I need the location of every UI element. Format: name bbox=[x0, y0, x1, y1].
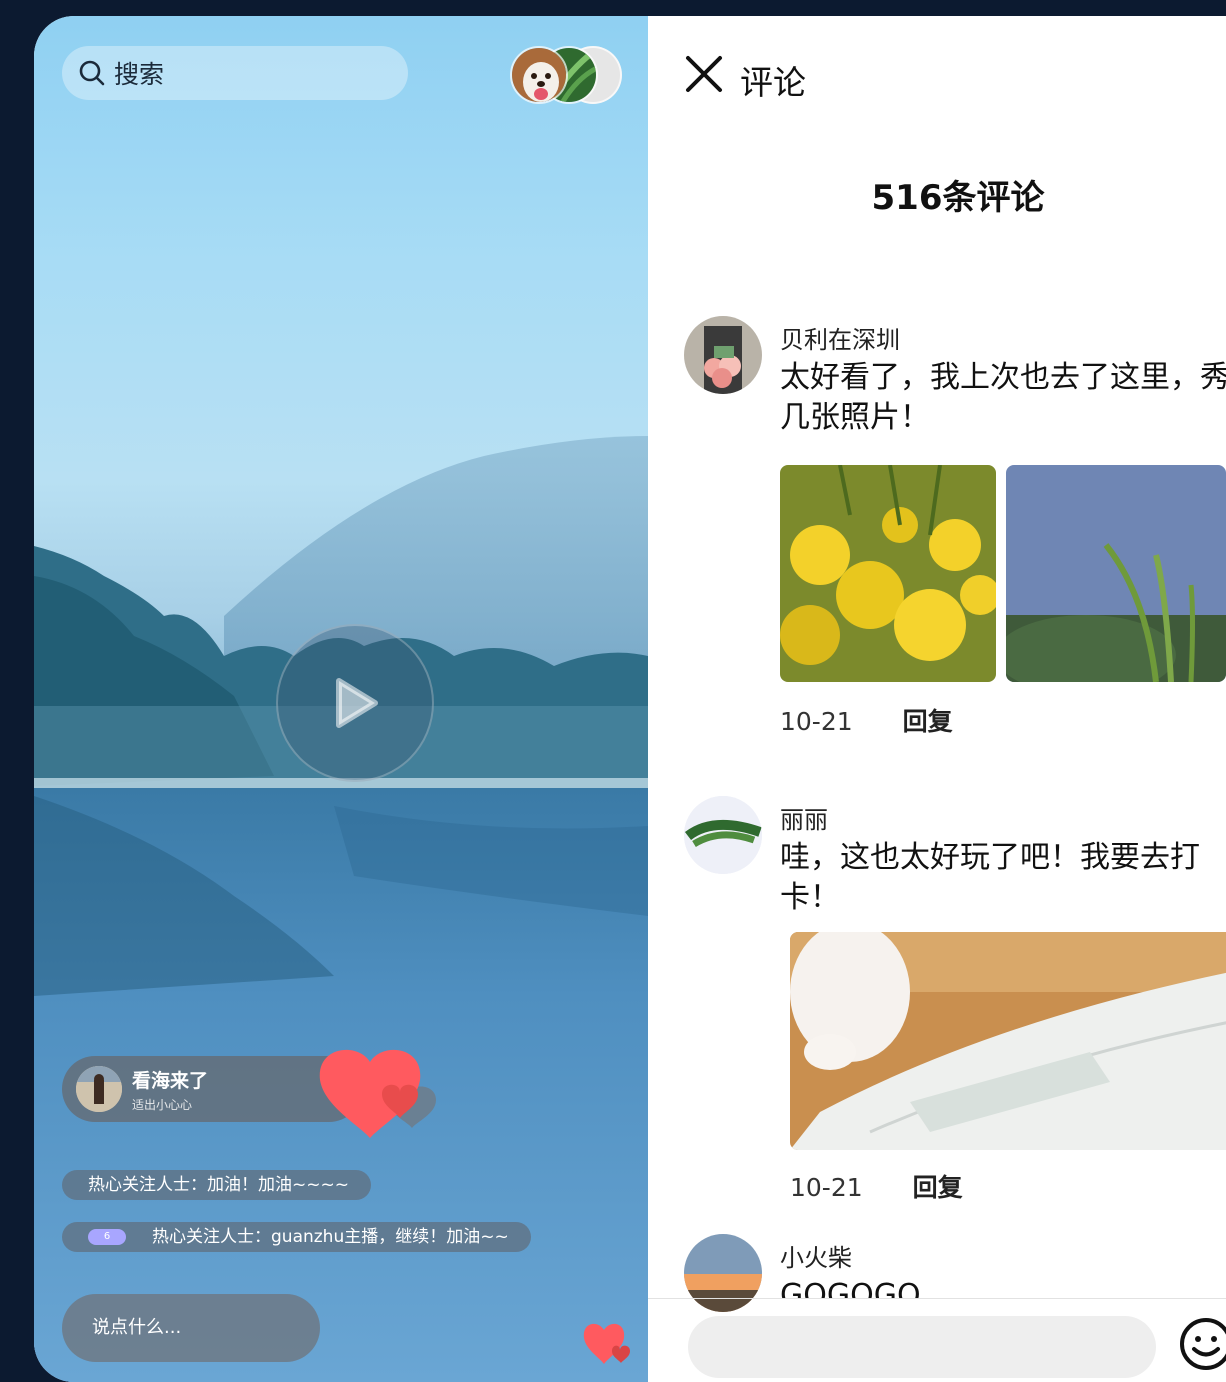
commenter-avatar[interactable] bbox=[684, 316, 762, 394]
host-subtitle: 适出小心心 bbox=[132, 1098, 193, 1112]
search-bar[interactable]: 搜索 bbox=[62, 46, 408, 100]
viewer-avatars[interactable] bbox=[510, 46, 630, 106]
heart-icon[interactable] bbox=[316, 1042, 440, 1142]
comment-text: 哇，这也太好玩了吧！我要去打卡！ bbox=[780, 840, 1200, 915]
viewer-avatar[interactable] bbox=[510, 46, 568, 104]
comment-photo[interactable] bbox=[790, 932, 1226, 1150]
comment-count: 516条评论 bbox=[871, 178, 1045, 218]
comment-reply-input[interactable] bbox=[688, 1316, 1156, 1378]
search-icon bbox=[79, 60, 105, 86]
comments-panel: 评论 516条评论 贝利在深圳 太好看了，我上次也去了这里，秀几张照片！ 10-… bbox=[648, 16, 1226, 1382]
chat-message-text: 热心关注人士：加油！加油~~~~ bbox=[88, 1175, 349, 1195]
comment-input[interactable]: 说点什么... bbox=[62, 1294, 320, 1362]
comments-title: 评论 bbox=[740, 63, 806, 102]
reply-button[interactable]: 回复 bbox=[903, 707, 953, 736]
device-frame: 搜索 看海来了 适出小心心 热心关注人士：加油！加油~~~~ 6 热心关注人士：… bbox=[34, 16, 1226, 1382]
comment-meta: 10-21 回复 bbox=[790, 1168, 963, 1204]
chat-message-text: 热心关注人士：guanzhu主播，继续！加油~~ bbox=[152, 1227, 509, 1247]
commenter-avatar[interactable] bbox=[684, 1234, 762, 1312]
chat-message: 热心关注人士：加油！加油~~~~ bbox=[62, 1170, 371, 1200]
play-button[interactable] bbox=[276, 624, 434, 782]
like-icon[interactable] bbox=[582, 1320, 634, 1366]
close-icon[interactable] bbox=[684, 54, 724, 94]
commenter-name[interactable]: 小火柴 bbox=[780, 1238, 852, 1273]
comment-photo[interactable] bbox=[1006, 465, 1226, 682]
commenter-name[interactable]: 丽丽 bbox=[780, 800, 828, 835]
host-avatar[interactable] bbox=[76, 1066, 122, 1112]
commenter-name[interactable]: 贝利在深圳 bbox=[780, 320, 900, 355]
divider bbox=[648, 1298, 1226, 1299]
comment-date: 10-21 bbox=[780, 707, 853, 736]
reply-button[interactable]: 回复 bbox=[913, 1173, 963, 1202]
emoji-icon[interactable] bbox=[1176, 1314, 1226, 1374]
search-label: 搜索 bbox=[114, 60, 165, 89]
comment-photo[interactable] bbox=[780, 465, 996, 682]
comment-text: GOGOGO bbox=[780, 1278, 921, 1298]
comment-date: 10-21 bbox=[790, 1173, 863, 1202]
commenter-avatar[interactable] bbox=[684, 796, 762, 874]
host-title: 看海来了 bbox=[132, 1070, 209, 1092]
comment-text: 太好看了，我上次也去了这里，秀几张照片！ bbox=[780, 360, 1226, 435]
fan-level-badge: 6 bbox=[88, 1229, 126, 1245]
play-icon bbox=[336, 678, 378, 728]
chat-message: 6 热心关注人士：guanzhu主播，继续！加油~~ bbox=[62, 1222, 531, 1252]
comment-meta: 10-21 回复 bbox=[780, 702, 953, 738]
live-video-pane[interactable]: 搜索 看海来了 适出小心心 热心关注人士：加油！加油~~~~ 6 热心关注人士：… bbox=[34, 16, 648, 1382]
